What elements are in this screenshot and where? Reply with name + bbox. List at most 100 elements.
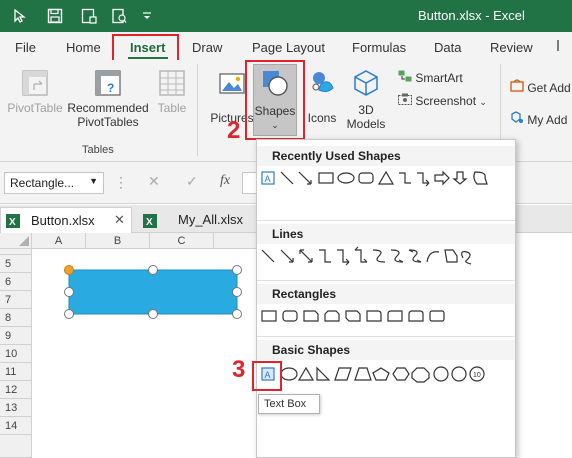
excel-file-icon: X [6,214,20,228]
close-tab-icon[interactable]: ✕ [114,212,125,228]
row-header-15[interactable] [0,435,32,458]
tab-draw[interactable]: Draw [192,40,222,55]
name-box-value: Rectangle... [10,176,75,190]
row-header-13[interactable]: 13 [0,399,32,417]
screenshot-label: Screenshot [415,94,477,108]
recommended-pivottables-icon: ? [95,70,121,96]
workbook-tab-active[interactable]: X Button.xlsx ✕ [0,207,132,233]
basic-shapes-heading: Basic Shapes [257,340,515,360]
3d-models-label-1: 3D [358,103,374,117]
column-header-a[interactable]: A [32,233,86,249]
resize-handle-bottom-left[interactable] [64,309,74,319]
enter-icon[interactable]: ✓ [186,173,198,190]
addins-icon [511,111,523,123]
svg-text:A: A [265,174,271,184]
resize-handle-bottom[interactable] [148,309,158,319]
smartart-icon [398,70,412,82]
workbook-tab-name-2: My_All.xlsx [178,212,244,227]
tab-file[interactable]: File [15,40,36,55]
column-header-d[interactable] [214,233,258,249]
rectangles-row[interactable] [257,306,515,326]
autosave-icon[interactable] [80,7,98,25]
basic-shapes-grid[interactable]: A 10 1 [257,364,515,384]
row-header-9[interactable]: 9 [0,327,32,345]
row-header-6[interactable]: 6 [0,273,32,291]
3d-cube-icon [354,70,378,96]
textbox-tooltip: Text Box [258,394,320,414]
insert-function-icon[interactable]: fx [220,173,230,189]
pivottable-icon [22,70,48,96]
column-header-b[interactable]: B [86,233,150,249]
get-addins-button[interactable]: Get Add [510,78,572,95]
svg-text:X: X [9,217,16,228]
resize-handle-left[interactable] [64,287,74,297]
lines-row[interactable] [257,246,515,266]
pivottable-button[interactable]: PivotTable [6,68,64,115]
my-addins-button[interactable]: My Add [510,110,572,127]
rectangles-heading: Rectangles [257,284,515,304]
window-title: Button.xlsx - Excel [418,8,525,23]
menu-separator [257,220,515,221]
print-preview-icon[interactable] [110,7,128,25]
tab-formulas[interactable]: Formulas [352,40,406,55]
rectangle-shape[interactable] [64,265,244,321]
tab-data[interactable]: Data [434,40,461,55]
smartart-button[interactable]: SmartArt [398,70,480,85]
highlight-textbox-shape [252,361,282,391]
row-header-5[interactable]: 5 [0,255,32,273]
excel-file-icon-2: X [143,214,157,228]
resize-handle-top-right[interactable] [232,265,242,275]
row-header-7[interactable]: 7 [0,291,32,309]
resize-handle-bottom-right[interactable] [232,309,242,319]
row-header-14[interactable]: 14 [0,417,32,435]
svg-text:X: X [146,217,153,228]
table-icon [159,70,185,96]
svg-text:?: ? [107,81,114,95]
workbook-tab-name: Button.xlsx [31,213,95,228]
resize-handle-top[interactable] [148,265,158,275]
tab-home[interactable]: Home [66,40,101,55]
smartart-label: SmartArt [415,71,463,85]
recommended-label-2: PivotTables [77,115,139,129]
tables-group-label: Tables [82,144,114,156]
group-divider [197,64,198,156]
lines-heading: Lines [257,224,515,244]
step-3-label: 3 [232,356,246,383]
row-header-10[interactable]: 10 [0,345,32,363]
table-button[interactable]: Table [152,68,192,115]
recommended-pivottables-button[interactable]: ? Recommended PivotTables [66,68,150,129]
step-2-label: 2 [227,117,241,144]
touch-mode-icon[interactable] [10,7,28,25]
resize-handle-right[interactable] [232,287,242,297]
name-box-dropdown-icon[interactable]: ▼ [89,176,98,186]
3d-models-button[interactable]: 3D Models [340,68,392,131]
screenshot-button[interactable]: Screenshot ⌄ [398,93,490,109]
title-bar: Button.xlsx - Excel [0,0,572,32]
tab-review[interactable]: Review [490,40,533,55]
cancel-icon[interactable]: ✕ [148,173,160,190]
customize-icon[interactable] [138,7,156,25]
table-label: Table [157,101,187,115]
rotate-handle[interactable] [64,265,74,275]
screenshot-dropdown-icon: ⌄ [479,97,487,107]
row-header-11[interactable]: 11 [0,363,32,381]
highlight-shapes-button [245,60,305,140]
overflow-icon[interactable] [556,38,566,55]
store-icon [510,79,524,92]
get-addins-label: Get Add [527,81,571,95]
ribbon-tabs: File Home Insert Draw Page Layout Formul… [0,32,572,60]
menu-separator-3 [257,336,515,337]
workbook-tab[interactable]: X My_All.xlsx [136,209,276,233]
icons-label: Icons [307,111,337,125]
save-icon[interactable] [46,7,64,25]
select-all-corner[interactable] [0,233,32,249]
pictures-icon [219,73,245,94]
formula-input[interactable] [242,172,256,194]
row-header-8[interactable]: 8 [0,309,32,327]
name-box[interactable]: Rectangle... ▼ [4,172,104,194]
row-header-12[interactable]: 12 [0,381,32,399]
tab-page-layout[interactable]: Page Layout [252,40,325,55]
column-header-c[interactable]: C [150,233,214,249]
icons-button[interactable]: Icons [302,68,342,125]
recent-shapes-row[interactable]: A [257,168,515,188]
